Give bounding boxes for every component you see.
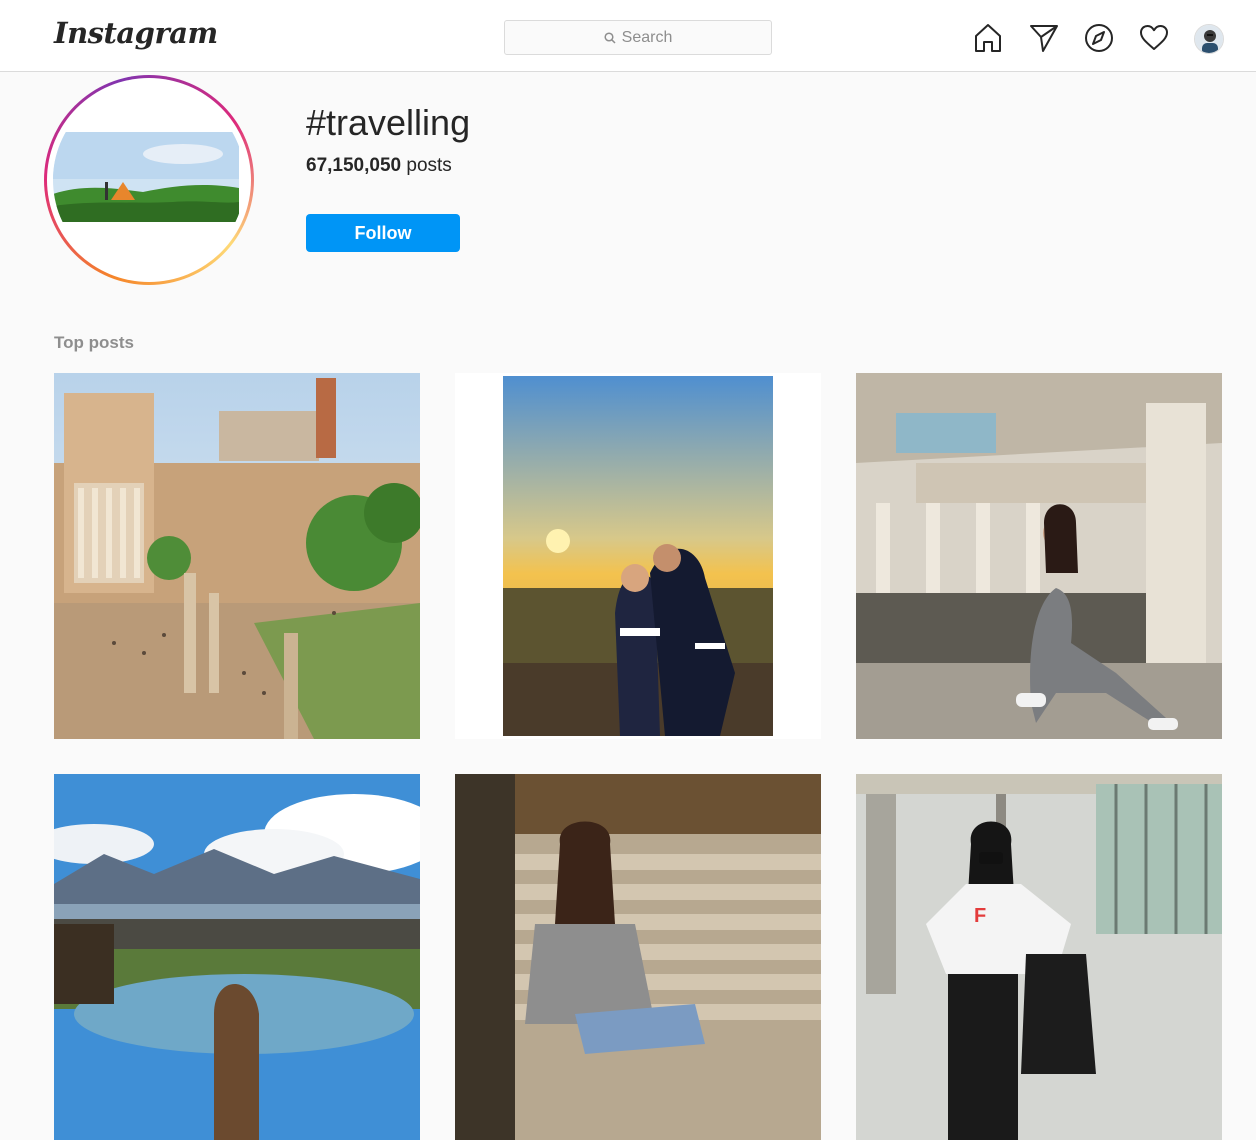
search-icon [604,31,616,44]
profile-avatar[interactable] [1194,24,1224,54]
posts-count: 67,150,050 posts [306,155,452,177]
post-thumbnail[interactable] [856,373,1222,739]
search-input[interactable]: Search [504,20,772,55]
home-icon[interactable] [972,22,1004,54]
top-posts-heading: Top posts [54,333,134,352]
instagram-logo[interactable]: Instagram [54,16,218,50]
activity-heart-icon[interactable] [1138,22,1170,54]
svg-text:F: F [974,905,986,927]
post-thumbnail[interactable]: F [856,774,1222,1140]
post-image-abandoned-building [856,373,1222,739]
post-thumbnail[interactable] [455,373,821,739]
posts-count-number: 67,150,050 [306,155,402,176]
post-image-mountain-view [54,774,420,1140]
hashtag-avatar-ring [44,75,254,285]
post-thumbnail[interactable] [54,774,420,1140]
search-placeholder: Search [621,28,673,46]
post-image-couple-sunset [455,373,821,739]
hashtag-cover-image [53,84,245,276]
direct-message-icon[interactable] [1028,22,1060,54]
post-image-roman-forum [54,373,420,739]
hashtag-title: #travelling [306,102,471,143]
explore-compass-icon[interactable] [1083,22,1115,54]
post-thumbnail[interactable] [54,373,420,739]
top-nav-bar: Instagram Search [0,0,1256,72]
posts-count-label: posts [406,155,452,176]
post-image-airport: F [856,774,1222,1140]
follow-button[interactable]: Follow [306,214,460,252]
post-image-stone-steps [455,774,821,1140]
post-thumbnail[interactable] [455,774,821,1140]
